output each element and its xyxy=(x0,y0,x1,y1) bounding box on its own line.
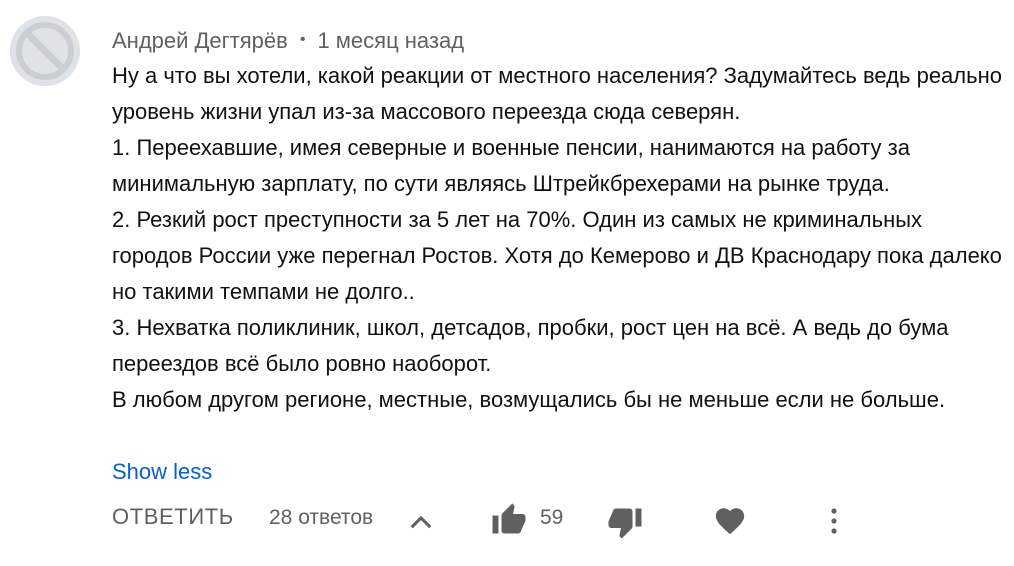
comment-paragraph: 3. Нехватка поликлиник, школ, детсадов, … xyxy=(112,315,949,376)
comment-paragraph: 2. Резкий рост преступности за 5 лет на … xyxy=(112,207,1002,304)
avatar[interactable] xyxy=(10,16,80,86)
author-name[interactable]: Андрей Дегтярёв xyxy=(112,28,288,54)
default-avatar-icon xyxy=(10,16,80,86)
chevron-up-icon[interactable] xyxy=(407,508,435,536)
comment-timestamp[interactable]: 1 месяц назад xyxy=(317,28,464,54)
separator-dot: • xyxy=(299,31,306,48)
thumb-down-icon[interactable] xyxy=(606,504,644,540)
comment-header: Андрей Дегтярёв • 1 месяц назад xyxy=(112,27,464,55)
comment-action-bar: ОТВЕТИТЬ 28 ответов 59 xyxy=(0,500,1014,540)
comment-paragraph: 1. Переехавшие, имея северные и военные … xyxy=(112,135,910,196)
comment-text: Ну а что вы хотели, какой реакции от мес… xyxy=(112,58,1002,418)
show-less-link[interactable]: Show less xyxy=(112,456,212,488)
replies-count[interactable]: 28 ответов xyxy=(269,506,373,530)
thumb-up-icon[interactable] xyxy=(490,502,528,538)
comment-paragraph: Ну а что вы хотели, какой реакции от мес… xyxy=(112,63,1002,124)
comment-paragraph: В любом другом регионе, местные, возмуща… xyxy=(112,387,946,412)
heart-icon[interactable] xyxy=(712,504,748,538)
reply-button[interactable]: ОТВЕТИТЬ xyxy=(112,504,234,530)
like-count: 59 xyxy=(540,506,564,529)
more-vert-icon[interactable] xyxy=(822,504,846,538)
